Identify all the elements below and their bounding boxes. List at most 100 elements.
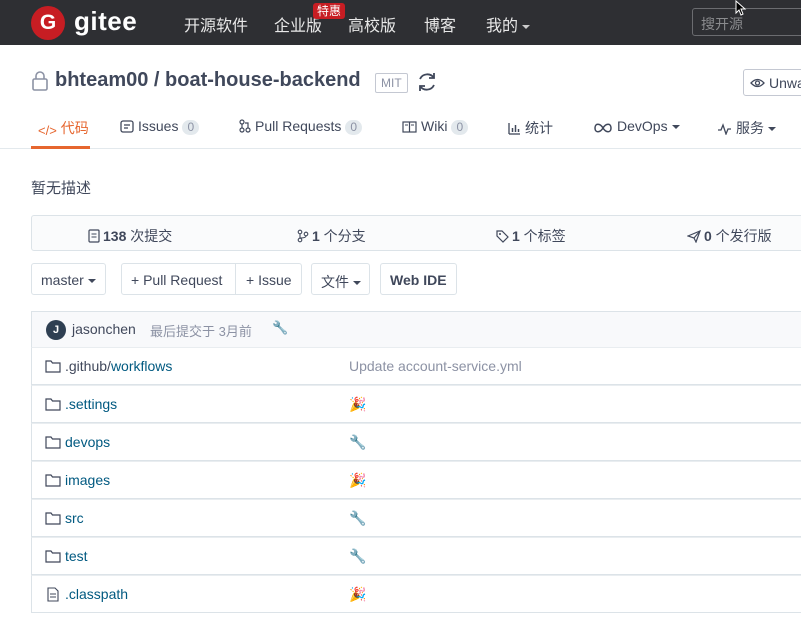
repo-tabs: </> 代码 Issues 0 Pull Requests 0 Wiki 0 统…	[0, 106, 801, 149]
file-commit-message[interactable]: 🎉	[349, 586, 366, 603]
tab-code[interactable]: </> 代码	[38, 118, 89, 138]
file-name-link[interactable]: devops	[65, 434, 110, 450]
sync-icon[interactable]	[415, 70, 439, 94]
repo-separator: /	[148, 69, 166, 91]
tab-stats[interactable]: 统计	[508, 118, 553, 138]
folder-icon	[45, 435, 61, 454]
tab-pull-requests-label: Pull Requests	[255, 118, 342, 134]
chevron-down-icon	[87, 279, 96, 284]
nav-education[interactable]: 高校版	[348, 12, 396, 36]
issues-count: 0	[182, 120, 200, 135]
logo-text[interactable]: gitee	[74, 6, 137, 37]
lock-icon	[32, 71, 48, 91]
file-commit-message[interactable]: 🎉	[349, 472, 366, 489]
tab-issues[interactable]: Issues 0	[120, 118, 200, 135]
chevron-down-icon	[522, 24, 531, 29]
file-name: .settings	[65, 396, 118, 412]
file-menu-label: 文件	[321, 274, 349, 290]
file-name-link[interactable]: .settings	[65, 396, 117, 412]
file-name: images	[65, 472, 111, 488]
folder-icon	[45, 359, 61, 378]
pulse-icon	[718, 123, 731, 135]
unwatch-button[interactable]: Unwatch	[743, 69, 801, 96]
chevron-down-icon	[768, 127, 776, 132]
commit-author[interactable]: jasonchen	[72, 321, 136, 337]
file-name: src	[65, 510, 84, 526]
tags-stat[interactable]: 1 个标签	[496, 226, 566, 246]
commit-icon	[88, 229, 100, 243]
pull-requests-count: 0	[345, 120, 363, 135]
gitee-logo-icon[interactable]: G	[31, 6, 65, 40]
file-name: test	[65, 548, 88, 564]
commits-label: 次提交	[126, 228, 173, 244]
commits-stat[interactable]: 138 次提交	[88, 226, 172, 246]
file-name-link[interactable]: .github/workflows	[65, 358, 172, 374]
tab-services[interactable]: 服务	[717, 118, 776, 138]
file-icon	[47, 587, 59, 607]
commits-count: 138	[103, 228, 127, 244]
repo-stats-bar: 138 次提交 1 个分支 1 个标签 0 个发行版	[31, 215, 801, 251]
repo-full-name[interactable]: bhteam00 / boat-house-backend	[55, 69, 361, 92]
nav-mine[interactable]: 我的	[486, 12, 531, 36]
file-row[interactable]: devops 🔧	[31, 423, 801, 461]
releases-stat[interactable]: 0 个发行版	[687, 226, 772, 246]
chart-icon	[508, 123, 520, 135]
file-commit-message[interactable]: Update account-service.yml	[349, 358, 522, 374]
send-icon	[687, 230, 701, 243]
branch-icon	[297, 229, 309, 243]
repo-name[interactable]: boat-house-backend	[165, 69, 361, 91]
file-name: workflows	[110, 358, 173, 374]
tab-stats-label: 统计	[525, 120, 553, 136]
tab-devops-label: DevOps	[617, 118, 668, 134]
nav-blog[interactable]: 博客	[424, 12, 456, 36]
chevron-down-icon	[671, 125, 680, 130]
tab-pull-requests[interactable]: Pull Requests 0	[239, 118, 363, 135]
tags-count: 1	[512, 228, 520, 244]
file-name: devops	[65, 434, 111, 450]
nav-open-source[interactable]: 开源软件	[184, 12, 248, 36]
tab-wiki[interactable]: Wiki 0	[402, 118, 469, 135]
file-row[interactable]: .settings 🎉	[31, 385, 801, 423]
file-row[interactable]: .classpath 🎉	[31, 575, 801, 613]
file-name-link[interactable]: .classpath	[65, 586, 128, 602]
code-icon: </>	[38, 123, 57, 138]
branches-stat[interactable]: 1 个分支	[297, 226, 366, 246]
web-ide-button[interactable]: Web IDE	[380, 263, 457, 295]
file-row[interactable]: test 🔧	[31, 537, 801, 575]
branch-select[interactable]: master	[31, 263, 106, 295]
avatar[interactable]: J	[46, 320, 66, 340]
button-divider	[235, 264, 236, 294]
eye-icon	[750, 78, 765, 88]
file-row[interactable]: src 🔧	[31, 499, 801, 537]
branches-count: 1	[312, 228, 320, 244]
file-commit-message[interactable]: 🎉	[349, 396, 366, 413]
nav-mine-label: 我的	[486, 18, 519, 35]
license-badge[interactable]: MIT	[375, 73, 408, 93]
file-commit-message[interactable]: 🔧	[349, 548, 366, 565]
file-name-link[interactable]: src	[65, 510, 84, 526]
file-row[interactable]: images 🎉	[31, 461, 801, 499]
file-name-link[interactable]: test	[65, 548, 88, 564]
promo-badge: 特惠	[313, 3, 346, 19]
top-nav: G gitee 开源软件 企业版 特惠 高校版 博客 我的 搜开源	[0, 0, 801, 45]
tab-devops[interactable]: DevOps	[593, 118, 680, 134]
commit-time: 最后提交于 3月前	[150, 324, 252, 339]
new-issue-button[interactable]: + Issue	[246, 272, 292, 288]
file-name: .classpath	[65, 586, 129, 602]
file-commit-message[interactable]: 🔧	[349, 434, 366, 451]
folder-icon	[45, 511, 61, 530]
file-menu-button[interactable]: 文件	[311, 263, 370, 295]
pull-request-icon	[239, 119, 251, 133]
file-row[interactable]: .github/workflows Update account-service.…	[31, 347, 801, 385]
releases-count: 0	[704, 228, 712, 244]
new-pull-request-button[interactable]: + Pull Request	[131, 272, 222, 288]
commit-message[interactable]: 🔧	[272, 320, 288, 336]
last-commit-bar: J jasonchen 最后提交于 3月前 🔧	[31, 311, 801, 347]
releases-label: 个发行版	[711, 228, 772, 244]
repo-owner[interactable]: bhteam00	[55, 69, 148, 91]
branch-select-label: master	[41, 272, 84, 288]
infinity-icon	[594, 123, 612, 133]
book-icon	[402, 121, 417, 133]
file-name-link[interactable]: images	[65, 472, 110, 488]
file-commit-message[interactable]: 🔧	[349, 510, 366, 527]
